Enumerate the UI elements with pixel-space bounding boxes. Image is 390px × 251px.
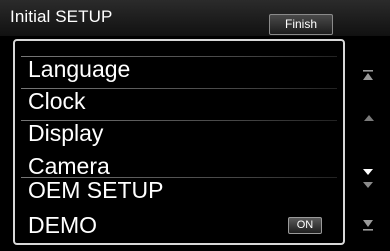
header-bar: Initial SETUP Finish — [0, 0, 390, 36]
scroll-down-icon[interactable] — [362, 167, 374, 179]
page-title: Initial SETUP — [10, 7, 113, 26]
menu-item-label: DEMO — [28, 212, 97, 238]
scroll-up-icon[interactable] — [363, 112, 375, 124]
menu-item-label: OEM SETUP — [28, 177, 164, 203]
scroll-top-icon[interactable] — [362, 70, 374, 82]
scroll-down-icon — [363, 182, 373, 188]
menu-item-label: Clock — [28, 88, 86, 114]
divider — [21, 88, 337, 89]
divider — [21, 177, 337, 178]
divider — [21, 120, 337, 121]
scroll-bottom-icon[interactable] — [362, 219, 374, 231]
setup-menu-panel: Language Clock Display Camera OEM SETUP … — [13, 39, 345, 245]
divider — [21, 56, 337, 57]
menu-item-label: Display — [28, 120, 104, 146]
finish-button[interactable]: Finish — [269, 14, 333, 35]
menu-item-label: Language — [28, 56, 131, 82]
demo-on-button[interactable]: ON — [288, 217, 322, 234]
